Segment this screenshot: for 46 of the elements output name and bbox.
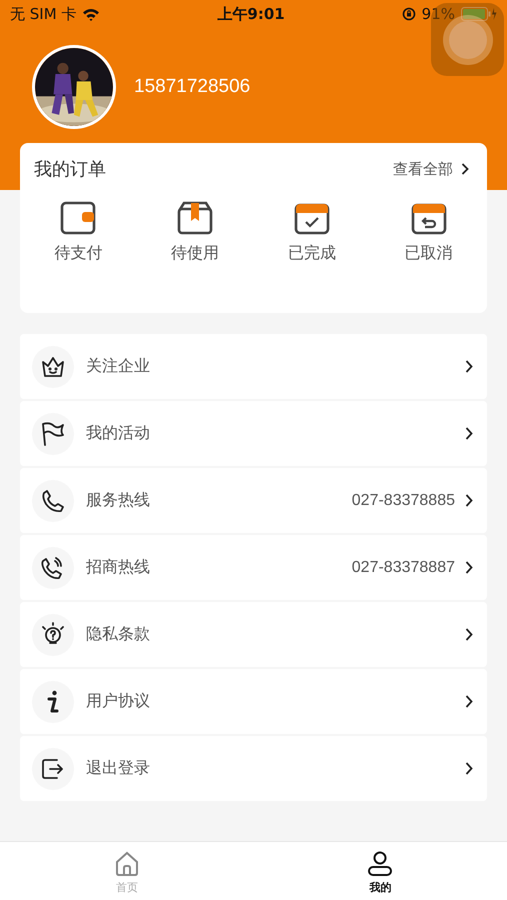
chevron-icon	[465, 427, 473, 440]
chevron-icon	[465, 695, 473, 708]
wallet-icon	[60, 201, 96, 235]
menu-label: 关注企业	[86, 356, 151, 377]
order-status-button[interactable]: 待使用	[136, 201, 254, 264]
menu-label: 用户协议	[86, 691, 151, 712]
wifi-icon	[82, 8, 100, 20]
menu-item[interactable]: 用户协议	[20, 669, 487, 734]
rotation-lock-icon	[402, 7, 416, 21]
view-all-link[interactable]: 查看全部	[393, 160, 469, 178]
menu-item[interactable]: 退出登录	[20, 736, 487, 801]
menu-item[interactable]: 我的活动	[20, 401, 487, 466]
chevron-icon	[465, 561, 473, 574]
order-status-button[interactable]: 待支付	[20, 201, 137, 264]
order-status-button[interactable]: 已取消	[370, 201, 487, 264]
menu-label: 退出登录	[86, 758, 151, 779]
box-icon	[177, 201, 214, 235]
chevron-icon	[465, 762, 473, 775]
phone-icon	[40, 488, 66, 514]
battery-icon	[461, 7, 497, 21]
menu-item[interactable]: 服务热线 027-83378885	[20, 468, 487, 533]
carrier-text: 无 SIM 卡	[10, 4, 76, 24]
tab-bar-item[interactable]: 我的	[254, 842, 507, 900]
chevron-icon	[465, 494, 473, 507]
menu-label: 招商热线	[86, 557, 151, 578]
chevron-icon	[465, 360, 473, 373]
menu-item[interactable]: 招商热线 027-83378887	[20, 535, 487, 600]
menu-label: 服务热线	[86, 490, 151, 511]
hotline-number: 027-83378887	[352, 558, 455, 576]
menu-label: 隐私条款	[86, 624, 151, 645]
section-title: 我的订单	[34, 158, 106, 181]
box-check-icon	[294, 201, 330, 235]
clock-text: 上午9:01	[217, 4, 285, 24]
flag-icon	[40, 420, 66, 446]
menu-item[interactable]: 关注企业	[20, 334, 487, 399]
box-return-icon	[410, 201, 447, 235]
chevron-icon	[461, 163, 469, 175]
chevron-icon	[465, 628, 473, 641]
menu-label: 我的活动	[86, 423, 151, 444]
info-icon	[47, 690, 59, 714]
user-icon	[366, 850, 394, 878]
battery-text: 91%	[422, 5, 455, 23]
hotline-number: 027-83378885	[352, 492, 455, 510]
phone-number: 15871728506	[134, 76, 250, 98]
order-status-button[interactable]: 已完成	[254, 201, 370, 264]
menu-item[interactable]: 隐私条款	[20, 602, 487, 667]
